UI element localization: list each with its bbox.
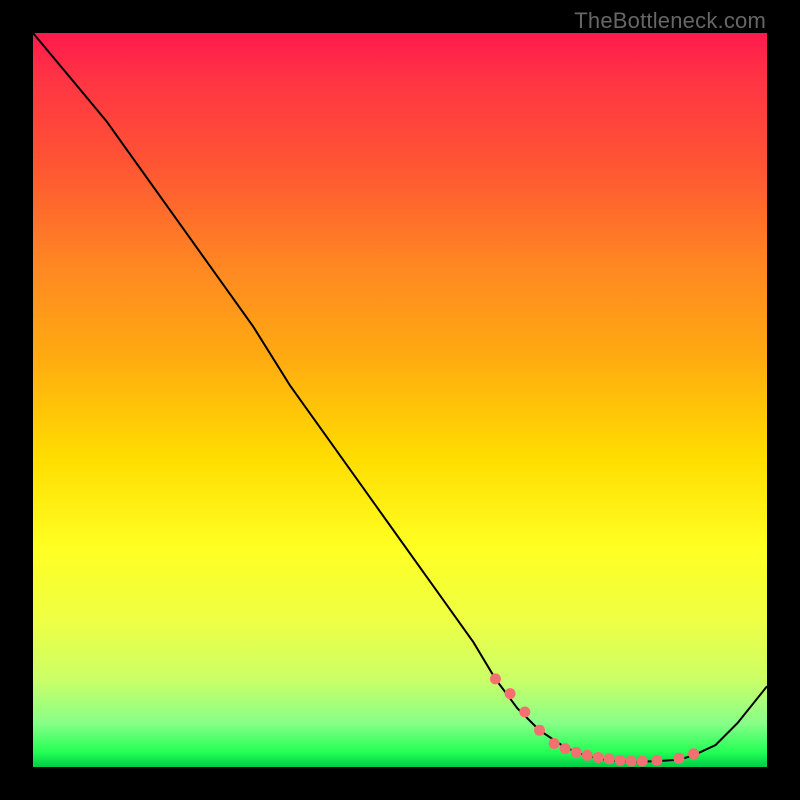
highlight-dot <box>615 755 626 766</box>
bottleneck-curve <box>33 33 767 762</box>
highlight-dot <box>593 752 604 763</box>
highlight-dot <box>560 743 571 754</box>
highlight-dots <box>490 673 699 766</box>
highlight-dot <box>549 738 560 749</box>
highlight-dot <box>534 725 545 736</box>
highlight-dot <box>626 756 637 767</box>
chart-overlay <box>33 33 767 767</box>
highlight-dot <box>505 688 516 699</box>
highlight-dot <box>604 753 615 764</box>
watermark-text: TheBottleneck.com <box>574 8 766 34</box>
highlight-dot <box>571 747 582 758</box>
highlight-dot <box>519 707 530 718</box>
highlight-dot <box>490 673 501 684</box>
highlight-dot <box>637 756 648 767</box>
highlight-dot <box>673 753 684 764</box>
highlight-dot <box>582 750 593 761</box>
highlight-dot <box>651 755 662 766</box>
highlight-dot <box>688 748 699 759</box>
